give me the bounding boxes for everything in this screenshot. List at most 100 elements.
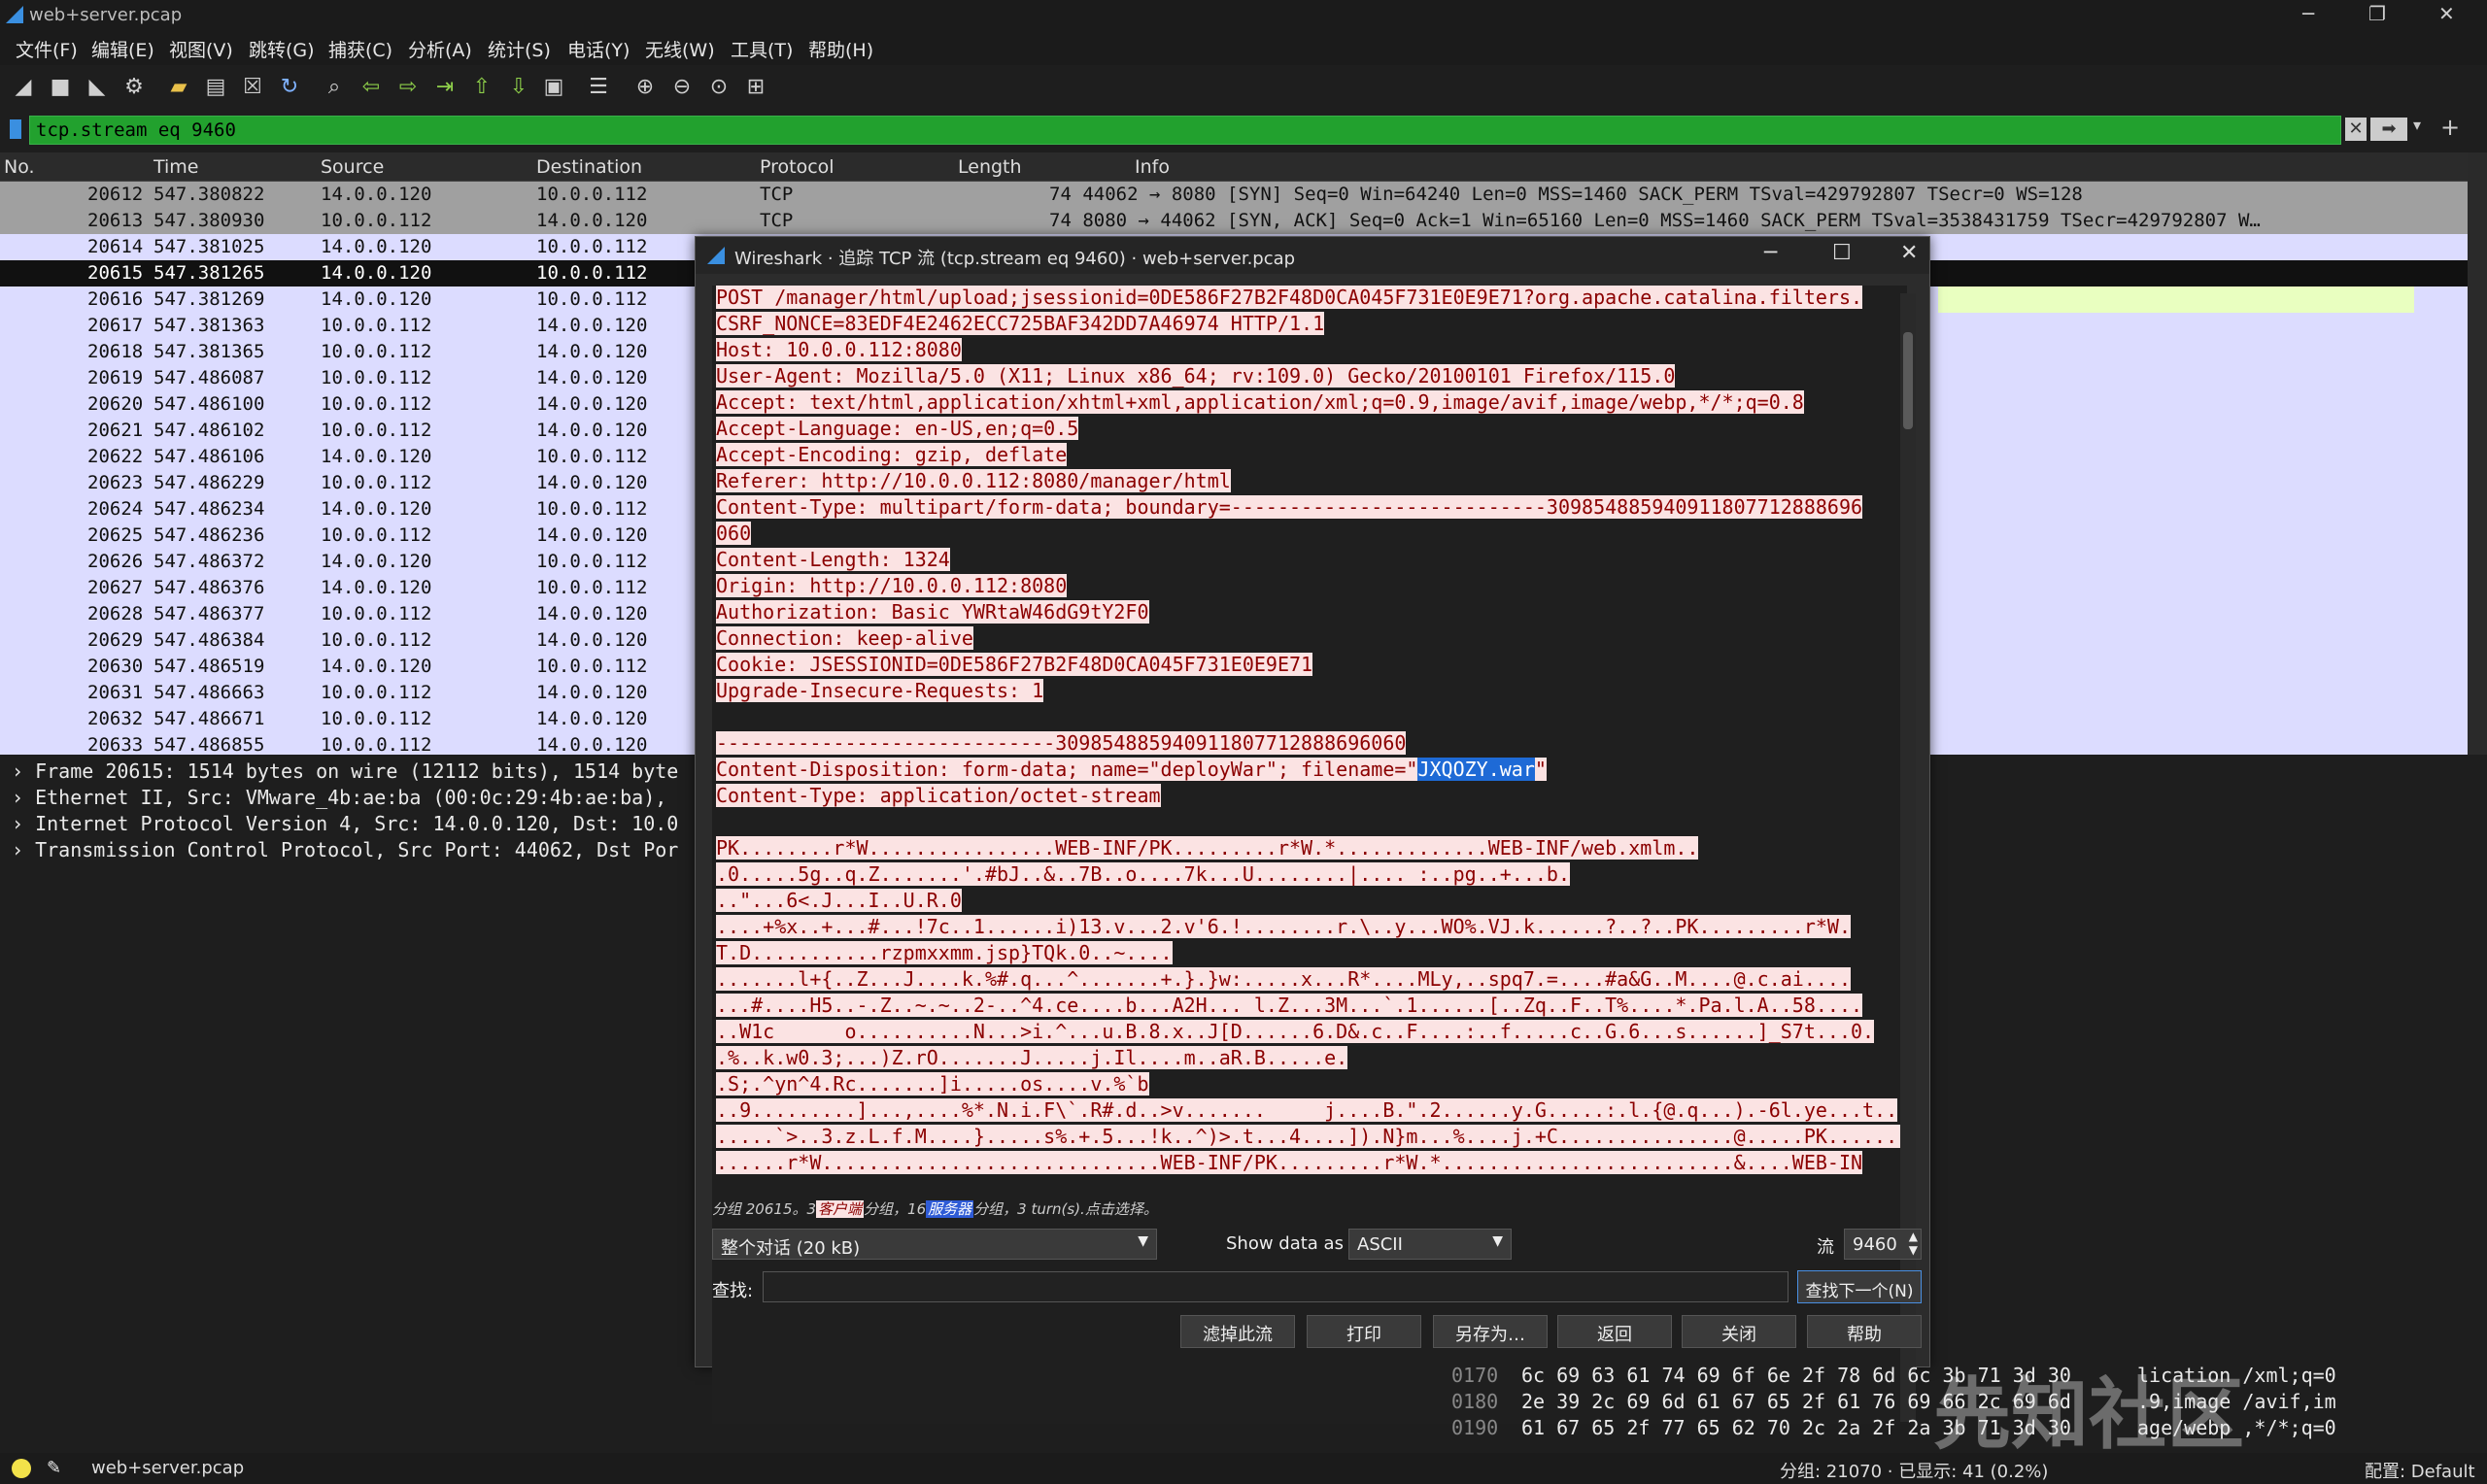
spin-arrows-icon[interactable]: ▲ ▼ [1909,1230,1918,1257]
save-file-icon[interactable]: ▤ [202,74,229,101]
highlight-bar [1938,287,2414,313]
find-packet-icon[interactable]: ⌕ [321,74,348,101]
packet-cell-time: 547.381025 [153,236,265,257]
reload-file-icon[interactable]: ↻ [276,74,303,101]
restart-capture-icon[interactable]: ◣ [84,74,111,101]
detail-frame-row[interactable]: › Frame 20615: 1514 bytes on wire (12112… [12,759,678,786]
bytes-hex-row[interactable]: 61 67 65 2f 77 65 62 70 2c 2a 2f 2a 3b 7… [1521,1416,2071,1442]
zoom-in-icon[interactable]: ⊕ [631,74,659,101]
detail-tcp-row[interactable]: › Transmission Control Protocol, Src Por… [12,838,678,864]
expand-arrow-icon[interactable]: › [12,812,23,835]
filter-out-stream-button[interactable]: 滤掉此流 [1180,1315,1295,1348]
close-icon[interactable]: ✕ [2438,2,2455,25]
go-last-icon[interactable]: ⇩ [505,74,532,101]
capture-comment-icon[interactable]: ✎ [47,1458,61,1478]
packet-cell-no: 20612 [87,184,144,205]
go-to-packet-icon[interactable]: ⇥ [431,74,459,101]
menu-tools[interactable]: 工具(T) [731,36,793,62]
selected-filename[interactable]: JXQOZY.war [1417,758,1535,781]
go-first-icon[interactable]: ⇧ [468,74,495,101]
resize-columns-icon[interactable]: ⊞ [742,74,769,101]
colorize-icon[interactable]: ☰ [585,74,612,101]
dialog-maximize-icon[interactable]: ☐ [1832,241,1852,265]
summary-server-label: 服务器 [926,1200,974,1218]
stream-scroll-thumb[interactable] [1903,332,1913,429]
zoom-normal-icon[interactable]: ⊙ [705,74,732,101]
go-back-icon[interactable]: ⇦ [358,74,385,101]
apply-filter-icon[interactable]: ➡ [2370,118,2407,141]
packet-cell-dst: 14.0.0.120 [536,472,648,493]
bytes-offset: 0190 [1451,1416,1499,1439]
expand-arrow-icon[interactable]: › [12,838,23,861]
find-next-button[interactable]: 查找下一个(N) [1797,1270,1922,1303]
close-button[interactable]: 关闭 [1682,1315,1796,1348]
menu-capture[interactable]: 捕获(C) [328,36,392,62]
show-data-as-select[interactable]: ASCII ▼ [1348,1229,1512,1260]
start-capture-icon[interactable]: ◢ [10,74,37,101]
menu-wireless[interactable]: 无线(W) [645,36,715,62]
expert-info-icon[interactable] [12,1459,31,1478]
back-button[interactable]: 返回 [1557,1315,1672,1348]
packet-cell-src: 10.0.0.112 [321,472,432,493]
detail-ethernet-row[interactable]: › Ethernet II, Src: VMware_4b:ae:ba (00:… [12,786,666,812]
help-button[interactable]: 帮助 [1807,1315,1922,1348]
dialog-titlebar: Wireshark · 追踪 TCP 流 (tcp.stream eq 9460… [696,237,1929,274]
packet-list-scrollbar[interactable] [2468,152,2487,755]
go-forward-icon[interactable]: ⇨ [394,74,422,101]
column-no[interactable]: No. [4,156,35,178]
bytes-hex-row[interactable]: 2e 39 2c 69 6d 61 67 65 2f 61 76 69 66 2… [1521,1390,2071,1416]
close-file-icon[interactable]: ☒ [239,74,266,101]
minimize-icon[interactable]: ─ [2302,2,2314,25]
display-filter-input[interactable]: tcp.stream eq 9460 [29,116,2341,145]
zoom-out-icon[interactable]: ⊖ [668,74,696,101]
window-title: web+server.pcap [29,5,183,25]
dialog-close-icon[interactable]: ✕ [1900,241,1918,265]
menu-file[interactable]: 文件(F) [16,36,78,62]
print-button[interactable]: 打印 [1307,1315,1421,1348]
bytes-ascii-row[interactable]: age/webp ,*/*;q=0 [2137,1416,2336,1442]
column-length[interactable]: Length [958,156,1022,178]
column-time[interactable]: Time [153,156,199,178]
maximize-icon[interactable]: ❐ [2368,2,2386,25]
column-info[interactable]: Info [1135,156,1170,178]
menu-analyze[interactable]: 分析(A) [408,36,472,62]
packet-cell-src: 14.0.0.120 [321,498,432,520]
bytes-ascii-row[interactable]: lication /xml;q=0 [2137,1364,2336,1390]
stream-line: Accept-Language: en-US,en;q=0.5 [716,417,1079,443]
conversation-select[interactable]: 整个对话 (20 kB) ▼ [712,1229,1157,1260]
stream-line-text: Cookie: JSESSIONID=0DE586F27B2F48D0CA045… [716,653,1313,676]
add-filter-button-icon[interactable]: + [2440,114,2460,141]
bytes-hex-row[interactable]: 6c 69 63 61 74 69 6f 6e 2f 78 6d 6c 3b 7… [1521,1364,2071,1390]
menu-telephony[interactable]: 电话(Y) [567,36,630,62]
filter-dropdown-icon[interactable]: ▾ [2413,116,2421,134]
menu-view[interactable]: 视图(V) [169,36,233,62]
stop-capture-icon[interactable]: ■ [47,74,74,101]
bookmark-icon[interactable] [10,119,21,139]
capture-options-icon[interactable]: ⚙ [120,74,148,101]
menu-edit[interactable]: 编辑(E) [91,36,154,62]
packet-cell-src: 14.0.0.120 [321,288,432,310]
expand-arrow-icon[interactable]: › [12,786,23,809]
detail-ip-row[interactable]: › Internet Protocol Version 4, Src: 14.0… [12,812,678,838]
find-input[interactable] [763,1271,1789,1302]
status-profile[interactable]: 配置: Default [2365,1458,2475,1483]
expand-arrow-icon[interactable]: › [12,759,23,783]
bytes-ascii-row[interactable]: .9,image /avif,im [2137,1390,2336,1416]
save-as-button[interactable]: 另存为… [1433,1315,1548,1348]
packet-row[interactable]: 20613 547.380930 10.0.0.112 14.0.0.120 TCP 74… [0,208,2468,234]
column-protocol[interactable]: Protocol [760,156,835,178]
clear-filter-icon[interactable]: ✕ [2345,118,2367,141]
stream-line-text: .0.....5g..q.Z.......'.#bJ..&..7B..o....… [716,862,1570,886]
column-destination[interactable]: Destination [536,156,642,178]
chevron-down-icon: ▼ [1138,1233,1148,1249]
menu-statistics[interactable]: 统计(S) [488,36,551,62]
stream-line-text: Accept: text/html,application/xhtml+xml,… [716,390,1804,414]
autoscroll-icon[interactable]: ▣ [540,74,567,101]
stream-number-spinbox[interactable]: 9460 ▲ ▼ [1844,1229,1922,1260]
menu-help[interactable]: 帮助(H) [808,36,873,62]
packet-row[interactable]: 20612 547.380822 14.0.0.120 10.0.0.112 TCP 74… [0,182,2468,208]
column-source[interactable]: Source [321,156,384,178]
open-file-icon[interactable]: ▰ [165,74,192,101]
menu-go[interactable]: 跳转(G) [249,36,315,62]
dialog-minimize-icon[interactable]: ─ [1764,241,1777,265]
